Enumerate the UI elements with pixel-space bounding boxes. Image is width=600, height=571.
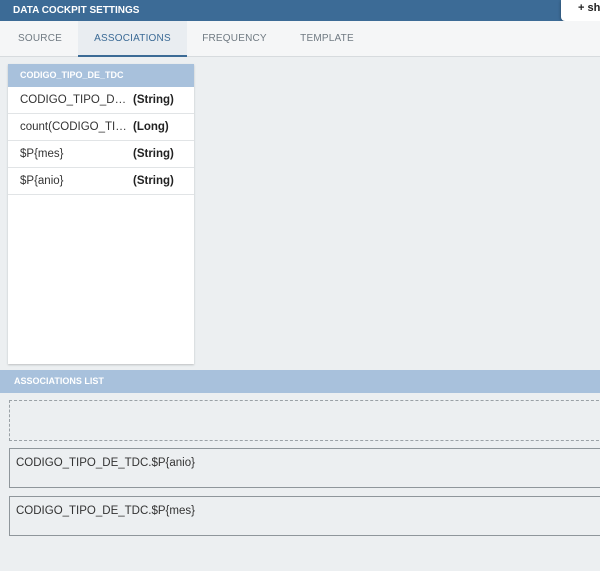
tab-source[interactable]: SOURCE [0,21,80,57]
association-item[interactable]: CODIGO_TIPO_DE_TDC.$P{mes} [9,496,600,536]
show-button[interactable]: + sh [561,0,600,21]
field-type: (String) [133,175,174,187]
field-type: (String) [133,94,174,106]
associations-list-header: ASSOCIATIONS LIST [0,370,600,393]
field-row[interactable]: CODIGO_TIPO_DE_TDC (String) [8,87,194,114]
field-name: CODIGO_TIPO_DE_TDC [20,94,132,106]
association-dropzone[interactable] [9,400,600,441]
window-title: DATA COCKPIT SETTINGS [0,0,600,21]
association-item[interactable]: CODIGO_TIPO_DE_TDC.$P{anio} [9,448,600,488]
field-row[interactable]: count(CODIGO_TIPO_DE_TDC) (Long) [8,114,194,141]
field-name: count(CODIGO_TIPO_DE_TDC) [20,121,132,133]
dataset-panel: CODIGO_TIPO_DE_TDC CODIGO_TIPO_DE_TDC (S… [8,64,194,364]
tab-bar: SOURCE ASSOCIATIONS FREQUENCY TEMPLATE [0,21,600,57]
tab-frequency[interactable]: FREQUENCY [192,21,277,57]
field-type: (String) [133,148,174,160]
field-row[interactable]: $P{mes} (String) [8,141,194,168]
field-row[interactable]: $P{anio} (String) [8,168,194,195]
tab-associations[interactable]: ASSOCIATIONS [78,21,187,57]
field-name: $P{mes} [20,148,64,160]
field-name: $P{anio} [20,175,64,187]
tab-template[interactable]: TEMPLATE [285,21,369,57]
field-type: (Long) [133,121,169,133]
dataset-header: CODIGO_TIPO_DE_TDC [8,64,194,87]
